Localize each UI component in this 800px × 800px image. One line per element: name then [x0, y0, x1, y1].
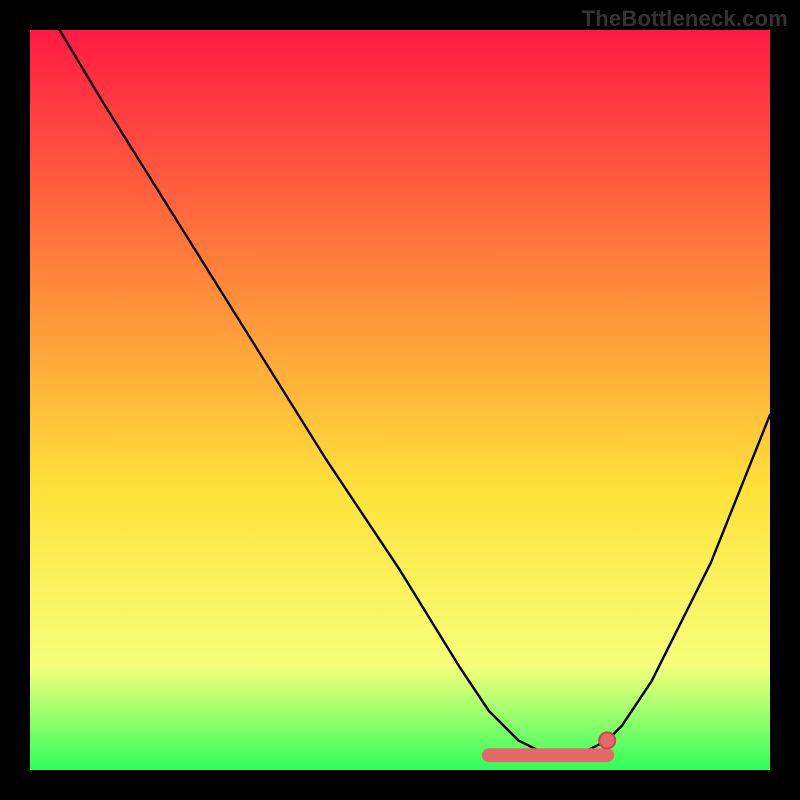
- optimal-point-marker: [599, 732, 615, 748]
- chart-svg: [30, 30, 770, 770]
- chart-frame: TheBottleneck.com: [0, 0, 800, 800]
- gradient-background: [30, 30, 770, 770]
- plot-area: [30, 30, 770, 770]
- watermark-text: TheBottleneck.com: [582, 6, 788, 32]
